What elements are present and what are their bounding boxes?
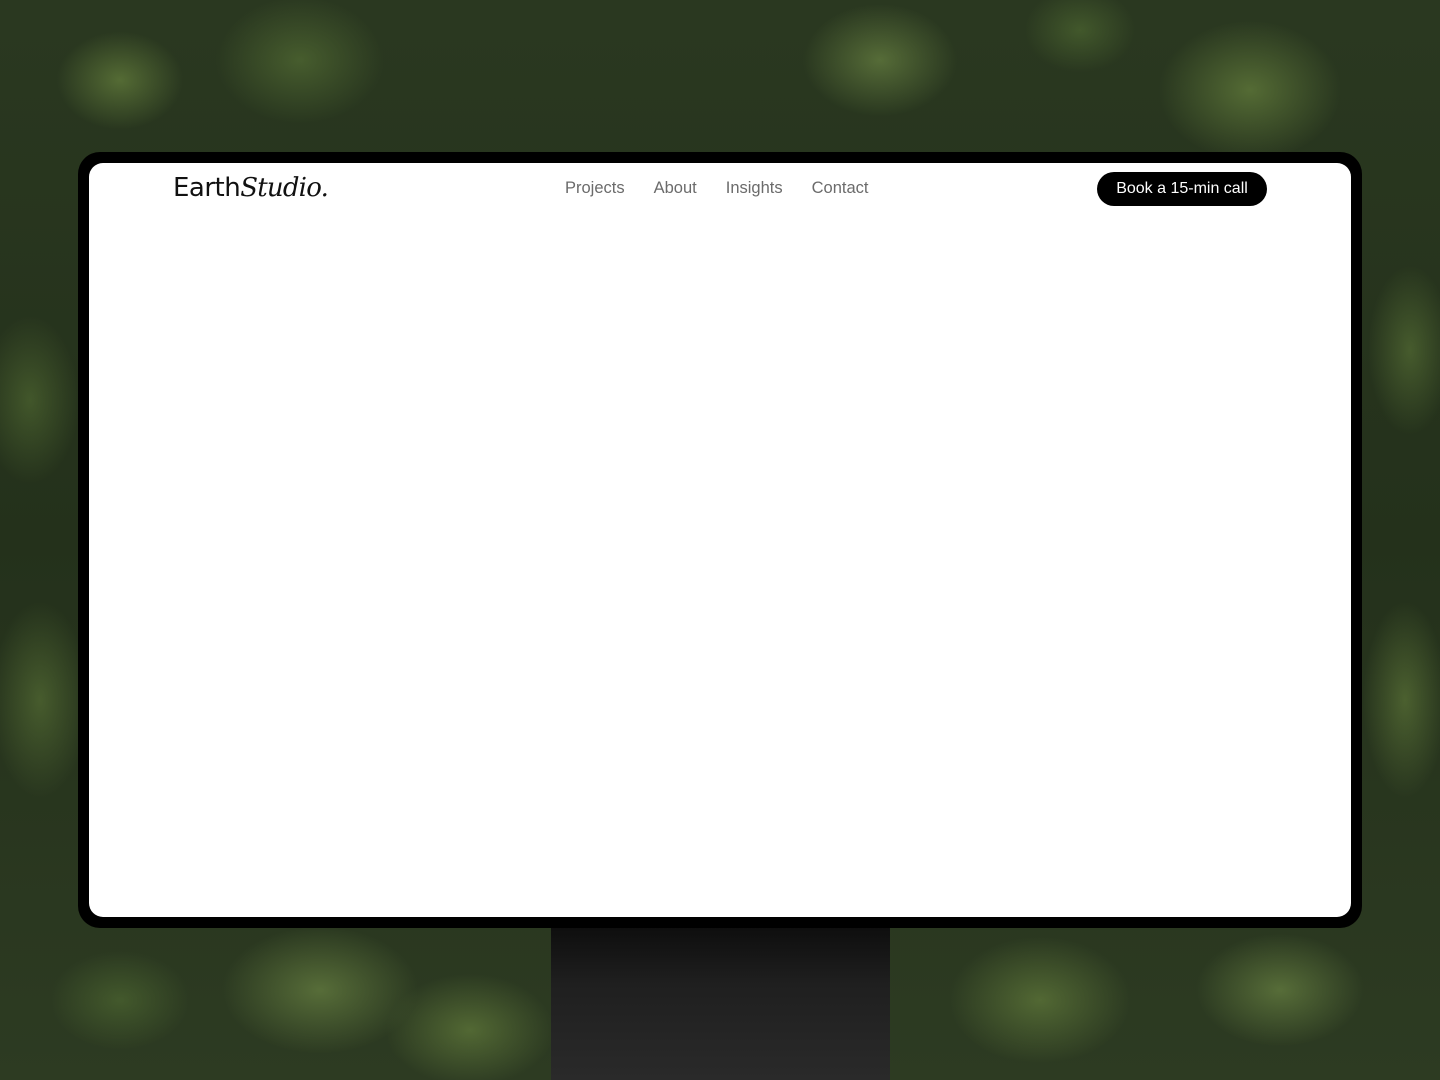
page-content-area — [89, 215, 1351, 917]
book-call-button[interactable]: Book a 15-min call — [1097, 172, 1267, 206]
nav-link-about[interactable]: About — [654, 179, 697, 198]
nav-link-insights[interactable]: Insights — [726, 179, 783, 198]
nav-link-projects[interactable]: Projects — [565, 179, 625, 198]
top-navigation: EarthStudio. Projects About Insights Con… — [89, 163, 1351, 215]
monitor-frame: EarthStudio. Projects About Insights Con… — [78, 152, 1362, 928]
nav-links: Projects About Insights Contact — [565, 179, 868, 198]
brand-logo[interactable]: EarthStudio. — [173, 173, 329, 203]
website-screen: EarthStudio. Projects About Insights Con… — [89, 163, 1351, 917]
logo-earth-text: Earth — [173, 173, 241, 203]
nav-link-contact[interactable]: Contact — [812, 179, 869, 198]
monitor-stand — [551, 920, 890, 1080]
logo-studio-text: Studio. — [240, 173, 329, 203]
